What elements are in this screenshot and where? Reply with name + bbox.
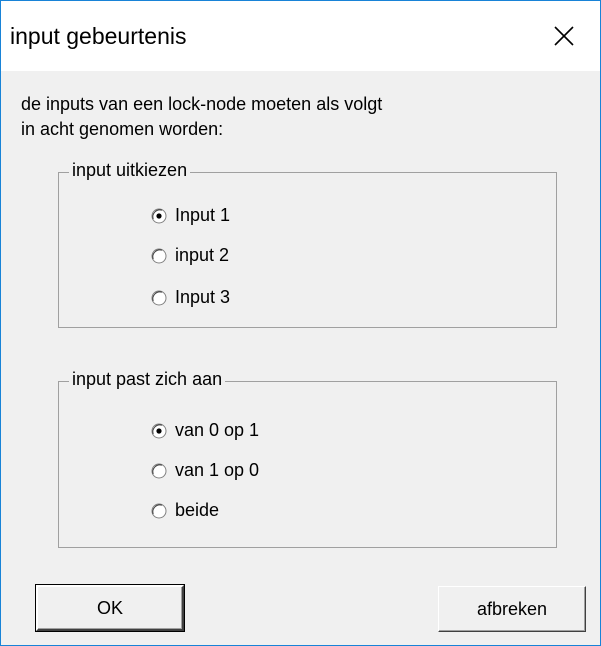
close-button[interactable] — [528, 1, 600, 71]
radio-unselected-icon — [151, 463, 167, 478]
title-bar[interactable]: input gebeurtenis — [1, 1, 600, 71]
window-title: input gebeurtenis — [10, 23, 187, 49]
radio-input-2[interactable]: input 2 — [151, 245, 229, 266]
radio-label: van 0 op 1 — [175, 420, 260, 440]
radio-unselected-icon — [151, 503, 167, 518]
radio-unselected-icon — [151, 248, 167, 263]
radio-label: Input 3 — [175, 287, 231, 307]
input-select-group: input uitkiezen Input 1 input 2 Input 3 — [58, 160, 557, 328]
radio-label: Input 1 — [175, 205, 231, 225]
input-change-legend: input past zich aan — [69, 369, 226, 390]
description-text: de inputs van een lock-node moeten als v… — [21, 94, 383, 139]
radio-both[interactable]: beide — [151, 500, 219, 521]
input-select-legend: input uitkiezen — [69, 160, 191, 181]
radio-input-1[interactable]: Input 1 — [151, 205, 230, 226]
radio-label: beide — [175, 500, 220, 520]
cancel-button[interactable]: afbreken — [438, 586, 586, 632]
radio-label: input 2 — [175, 245, 230, 265]
radio-label: van 1 op 0 — [175, 460, 260, 480]
close-icon — [554, 26, 574, 46]
radio-0-to-1[interactable]: van 0 op 1 — [151, 420, 259, 441]
radio-input-3[interactable]: Input 3 — [151, 287, 230, 308]
ok-button[interactable]: OK — [36, 585, 184, 631]
radio-selected-icon — [151, 208, 167, 223]
radio-selected-icon — [151, 423, 167, 438]
radio-1-to-0[interactable]: van 1 op 0 — [151, 460, 259, 481]
dialog-window: input gebeurtenis de inputs van een lock… — [0, 0, 601, 646]
input-change-group: input past zich aan van 0 op 1 van 1 op … — [58, 369, 557, 548]
radio-unselected-icon — [151, 290, 167, 305]
